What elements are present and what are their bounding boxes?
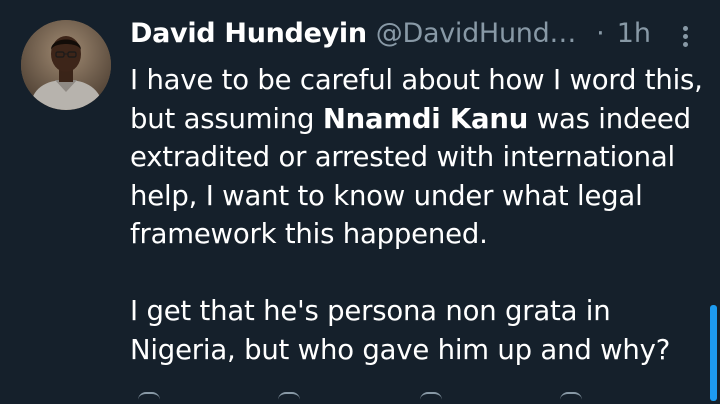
tweet-paragraph-1: I have to be careful about how I word th…: [130, 61, 705, 254]
like-icon[interactable]: [420, 392, 442, 404]
share-icon[interactable]: [560, 392, 582, 404]
tweet[interactable]: David Hundeyin @DavidHund… · 1h I have t…: [0, 0, 720, 401]
author-name[interactable]: David Hundeyin: [130, 18, 367, 49]
separator-dot: ·: [596, 18, 605, 49]
timestamp[interactable]: 1h: [617, 18, 651, 49]
avatar[interactable]: [21, 20, 111, 110]
scrollbar-thumb[interactable]: [710, 305, 717, 401]
tweet-actions: [130, 392, 690, 404]
retweet-icon[interactable]: [278, 392, 300, 404]
more-vertical-icon[interactable]: [678, 24, 694, 50]
author-handle[interactable]: @DavidHund…: [376, 18, 577, 49]
tweet-header: David Hundeyin @DavidHund… · 1h: [130, 18, 690, 54]
bold-mention: Nnamdi Kanu: [322, 102, 529, 135]
tweet-paragraph-2: I get that he's persona non grata in Nig…: [130, 295, 671, 366]
reply-icon[interactable]: [138, 392, 160, 404]
tweet-text: I have to be careful about how I word th…: [130, 61, 705, 369]
avatar-image: [21, 20, 111, 110]
